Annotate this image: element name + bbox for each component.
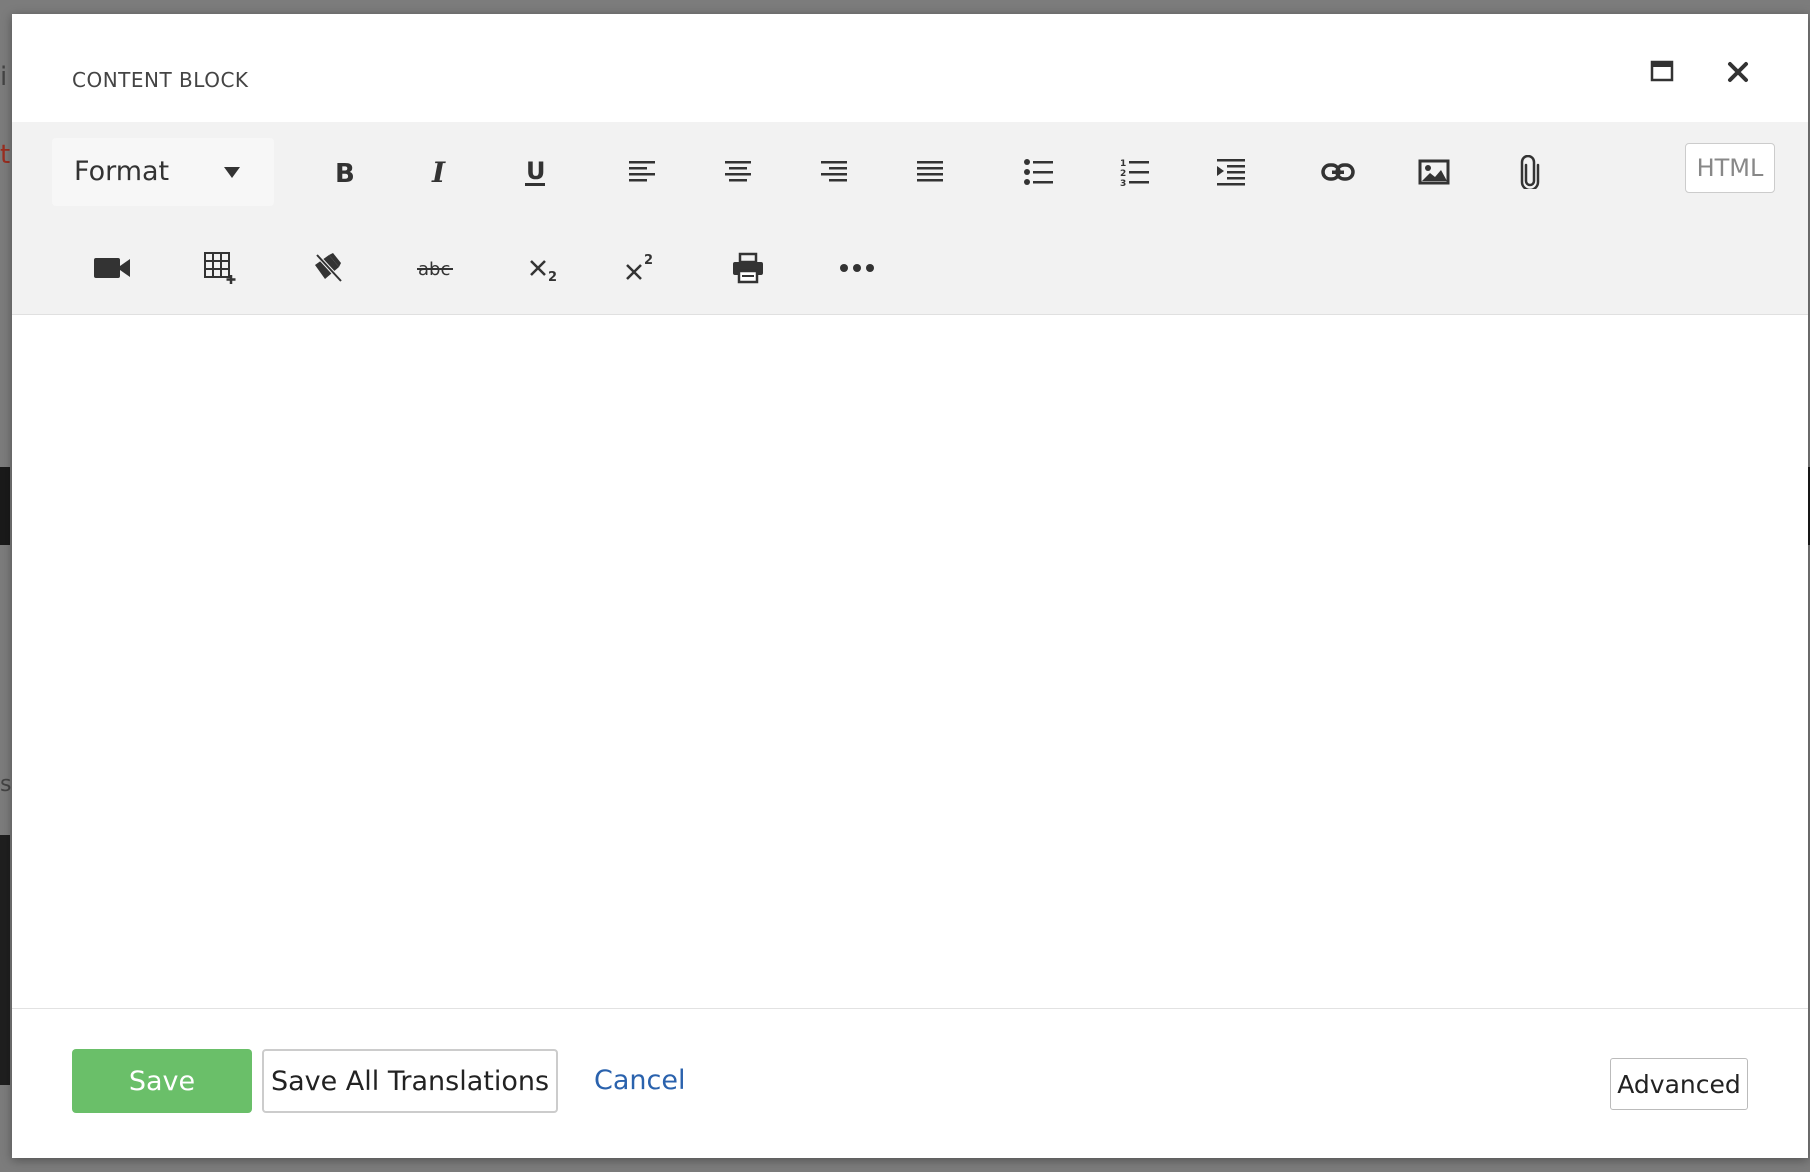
- cancel-link[interactable]: Cancel: [594, 1065, 685, 1096]
- printer-icon: [733, 252, 763, 284]
- more-button[interactable]: [825, 236, 889, 300]
- indent-icon: [1217, 159, 1245, 186]
- html-view-button[interactable]: HTML: [1685, 143, 1775, 193]
- numbered-list-icon: 1 2 3: [1120, 159, 1149, 187]
- align-center-button[interactable]: [706, 140, 770, 204]
- modal-title: CONTENT BLOCK: [72, 68, 249, 92]
- background-dark-band: [0, 467, 10, 545]
- maximize-icon: [1650, 60, 1674, 82]
- print-button[interactable]: [716, 236, 780, 300]
- underline-button[interactable]: U: [503, 140, 567, 204]
- superscript-icon: 2: [626, 253, 653, 280]
- content-block-modal: CONTENT BLOCK Format B I U 1 2 3 HTML ab…: [12, 14, 1808, 1158]
- svg-text:2: 2: [1120, 169, 1126, 179]
- image-button[interactable]: [1402, 140, 1466, 204]
- background-fragment-red: t: [0, 140, 11, 170]
- format-dropdown-label: Format: [74, 156, 170, 187]
- background-dark-block: [0, 835, 10, 1085]
- superscript-button[interactable]: 2: [608, 236, 672, 300]
- numbered-list-button[interactable]: 1 2 3: [1103, 140, 1167, 204]
- underline-icon: U: [525, 157, 546, 186]
- italic-button[interactable]: I: [407, 140, 471, 204]
- more-horizontal-icon: [840, 264, 874, 272]
- link-button[interactable]: [1306, 140, 1370, 204]
- editor-toolbar: Format B I U 1 2 3 HTML abc 2 2: [12, 122, 1808, 315]
- bullet-list-icon: [1024, 159, 1053, 185]
- svg-text:2: 2: [548, 270, 557, 283]
- paperclip-icon: [1520, 155, 1540, 189]
- strikethrough-button[interactable]: abc: [404, 236, 468, 300]
- close-button[interactable]: [1716, 50, 1760, 94]
- format-dropdown[interactable]: Format: [52, 138, 274, 206]
- image-icon: [1418, 159, 1450, 185]
- align-center-icon: [725, 161, 751, 182]
- align-justify-button[interactable]: [898, 140, 962, 204]
- attachment-button[interactable]: [1498, 140, 1562, 204]
- caret-down-icon: [224, 167, 240, 178]
- italic-icon: I: [431, 156, 446, 188]
- link-icon: [1321, 163, 1355, 181]
- close-icon: [1728, 62, 1748, 82]
- subscript-icon: 2: [530, 260, 557, 283]
- maximize-button[interactable]: [1640, 50, 1684, 94]
- bullet-list-button[interactable]: [1007, 140, 1071, 204]
- svg-text:1: 1: [1120, 159, 1126, 169]
- background-fragment-small: s: [0, 772, 12, 797]
- svg-text:B: B: [335, 159, 355, 188]
- save-all-translations-button[interactable]: Save All Translations: [262, 1049, 558, 1113]
- svg-text:I: I: [431, 156, 446, 188]
- strikethrough-icon: abc: [417, 259, 453, 280]
- video-camera-icon: [94, 258, 130, 278]
- align-justify-icon: [917, 161, 943, 182]
- indent-button[interactable]: [1199, 140, 1263, 204]
- save-button[interactable]: Save: [72, 1049, 252, 1113]
- table-icon: [204, 252, 236, 284]
- eraser-icon: [315, 253, 343, 283]
- modal-footer: Save Save All Translations Cancel Advanc…: [12, 1008, 1808, 1159]
- bold-icon: B: [335, 159, 355, 188]
- align-right-button[interactable]: [802, 140, 866, 204]
- clear-formatting-button[interactable]: [296, 236, 360, 300]
- editor-content-area[interactable]: [12, 315, 1808, 1007]
- align-left-icon: [629, 161, 655, 182]
- modal-header: CONTENT BLOCK: [12, 14, 1808, 122]
- video-button[interactable]: [80, 236, 144, 300]
- insert-table-button[interactable]: [188, 236, 252, 300]
- svg-text:2: 2: [644, 253, 653, 268]
- bold-button[interactable]: B: [311, 140, 375, 204]
- advanced-button[interactable]: Advanced: [1610, 1058, 1748, 1110]
- svg-text:U: U: [526, 157, 546, 185]
- svg-text:3: 3: [1120, 179, 1126, 187]
- subscript-button[interactable]: 2: [512, 236, 576, 300]
- align-right-icon: [821, 161, 847, 182]
- align-left-button[interactable]: [610, 140, 674, 204]
- background-fragment: i: [0, 62, 8, 92]
